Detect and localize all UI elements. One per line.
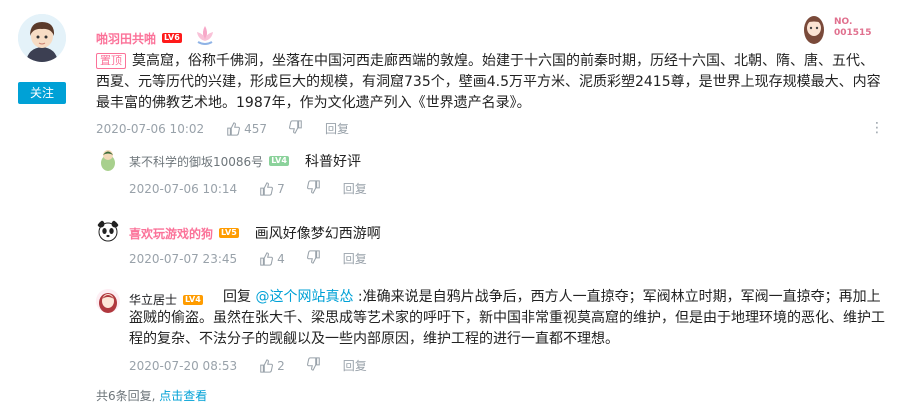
fan-nameplate: NO. 001515 (800, 13, 878, 45)
thumbs-up-icon (227, 121, 241, 136)
reply-2-like-count: 4 (277, 251, 285, 266)
reply-3-like-button[interactable]: 2 (259, 359, 285, 373)
reply-1-header: 某不科学的御坂10086号 LV4 科普好评 (129, 151, 361, 171)
reply-1-text: 科普好评 (304, 154, 361, 170)
main-reply-button[interactable]: 回复 (325, 120, 349, 137)
thumbs-up-icon (260, 251, 274, 266)
reply-1-meta: 2020-07-06 10:14 7 回复 (129, 180, 389, 197)
reply-3-reply-button[interactable]: 回复 (343, 357, 367, 374)
main-comment-body: 莫高窟，俗称千佛洞，坐落在中国河西走廊西端的敦煌。始建于十六国的前秦时期，历经十… (96, 53, 881, 111)
main-like-button[interactable]: 457 (226, 122, 267, 136)
thumbs-up-icon (260, 358, 274, 373)
reply-1-like-count: 7 (277, 181, 285, 196)
thumbs-up-icon (260, 181, 274, 196)
thumbs-down-icon (306, 250, 320, 264)
follow-button[interactable]: 关注 (18, 82, 66, 104)
main-avatar[interactable] (18, 14, 66, 62)
reply-count-footer: 共6条回复, 点击查看 (96, 387, 207, 404)
reply-2-dislike-button[interactable] (306, 250, 321, 267)
thumbs-down-icon (306, 357, 320, 371)
main-comment-text: 置顶 莫高窟，俗称千佛洞，坐落在中国河西走廊西端的敦煌。始建于十六国的前秦时期，历… (96, 51, 886, 114)
main-user-row: 啪羽田共啪 LV6 (96, 24, 216, 52)
reply-2-like-button[interactable]: 4 (259, 252, 285, 266)
reply-2-time: 2020-07-07 23:45 (129, 251, 238, 266)
reply-2-level-badge: LV5 (219, 228, 239, 238)
reply-1-level-badge: LV4 (269, 156, 289, 166)
reply-count-text: 共6条回复, (96, 389, 156, 403)
thumbs-down-icon (289, 120, 302, 134)
reply-3-meta: 2020-07-20 08:53 2 回复 (129, 357, 389, 374)
thumbs-down-icon (306, 180, 320, 194)
reply-2-meta: 2020-07-07 23:45 4 回复 (129, 250, 389, 267)
view-all-replies-link[interactable]: 点击查看 (159, 389, 207, 403)
reply-1-user-name[interactable]: 某不科学的御坂10086号 (129, 153, 263, 170)
main-more-icon[interactable]: ⋮ (870, 121, 884, 135)
main-like-count: 457 (244, 121, 268, 136)
reply-3-prefix: 回复 (223, 289, 256, 305)
reply-1-reply-button[interactable]: 回复 (343, 180, 367, 197)
reply-3-mention-link[interactable]: @这个网站真怂 (255, 289, 353, 305)
reply-2-user-name[interactable]: 喜欢玩游戏的狗 (129, 225, 213, 242)
reply-2-header: 喜欢玩游戏的狗 LV5 画风好像梦幻西游啊 (129, 223, 381, 243)
reply-1-avatar[interactable] (96, 147, 120, 171)
reply-3-like-count: 2 (277, 358, 285, 373)
reply-3-dislike-button[interactable] (306, 357, 321, 374)
main-user-name[interactable]: 啪羽田共啪 (96, 30, 156, 47)
lotus-badge-icon (194, 24, 216, 52)
reply-3-text: 回复 @这个网站真怂 :准确来说是自鸦片战争后，西方人一直掠夺；军阀林立时期，军… (129, 287, 886, 350)
reply-1-dislike-button[interactable] (306, 180, 321, 197)
reply-1-like-button[interactable]: 7 (259, 182, 285, 196)
nameplate-number: NO. 001515 (834, 17, 872, 38)
reply-1-time: 2020-07-06 10:14 (129, 181, 238, 196)
main-dislike-button[interactable] (289, 120, 303, 137)
reply-2-reply-button[interactable]: 回复 (343, 250, 367, 267)
reply-2-text: 画风好像梦幻西游啊 (254, 226, 381, 242)
main-time: 2020-07-06 10:02 (96, 121, 205, 136)
pinned-badge: 置顶 (96, 53, 126, 69)
reply-2-avatar[interactable] (96, 219, 120, 243)
main-level-badge: LV6 (162, 33, 182, 43)
reply-3-avatar[interactable] (96, 289, 120, 313)
reply-3-time: 2020-07-20 08:53 (129, 358, 238, 373)
main-meta: 2020-07-06 10:02 457 回复 (96, 120, 371, 137)
